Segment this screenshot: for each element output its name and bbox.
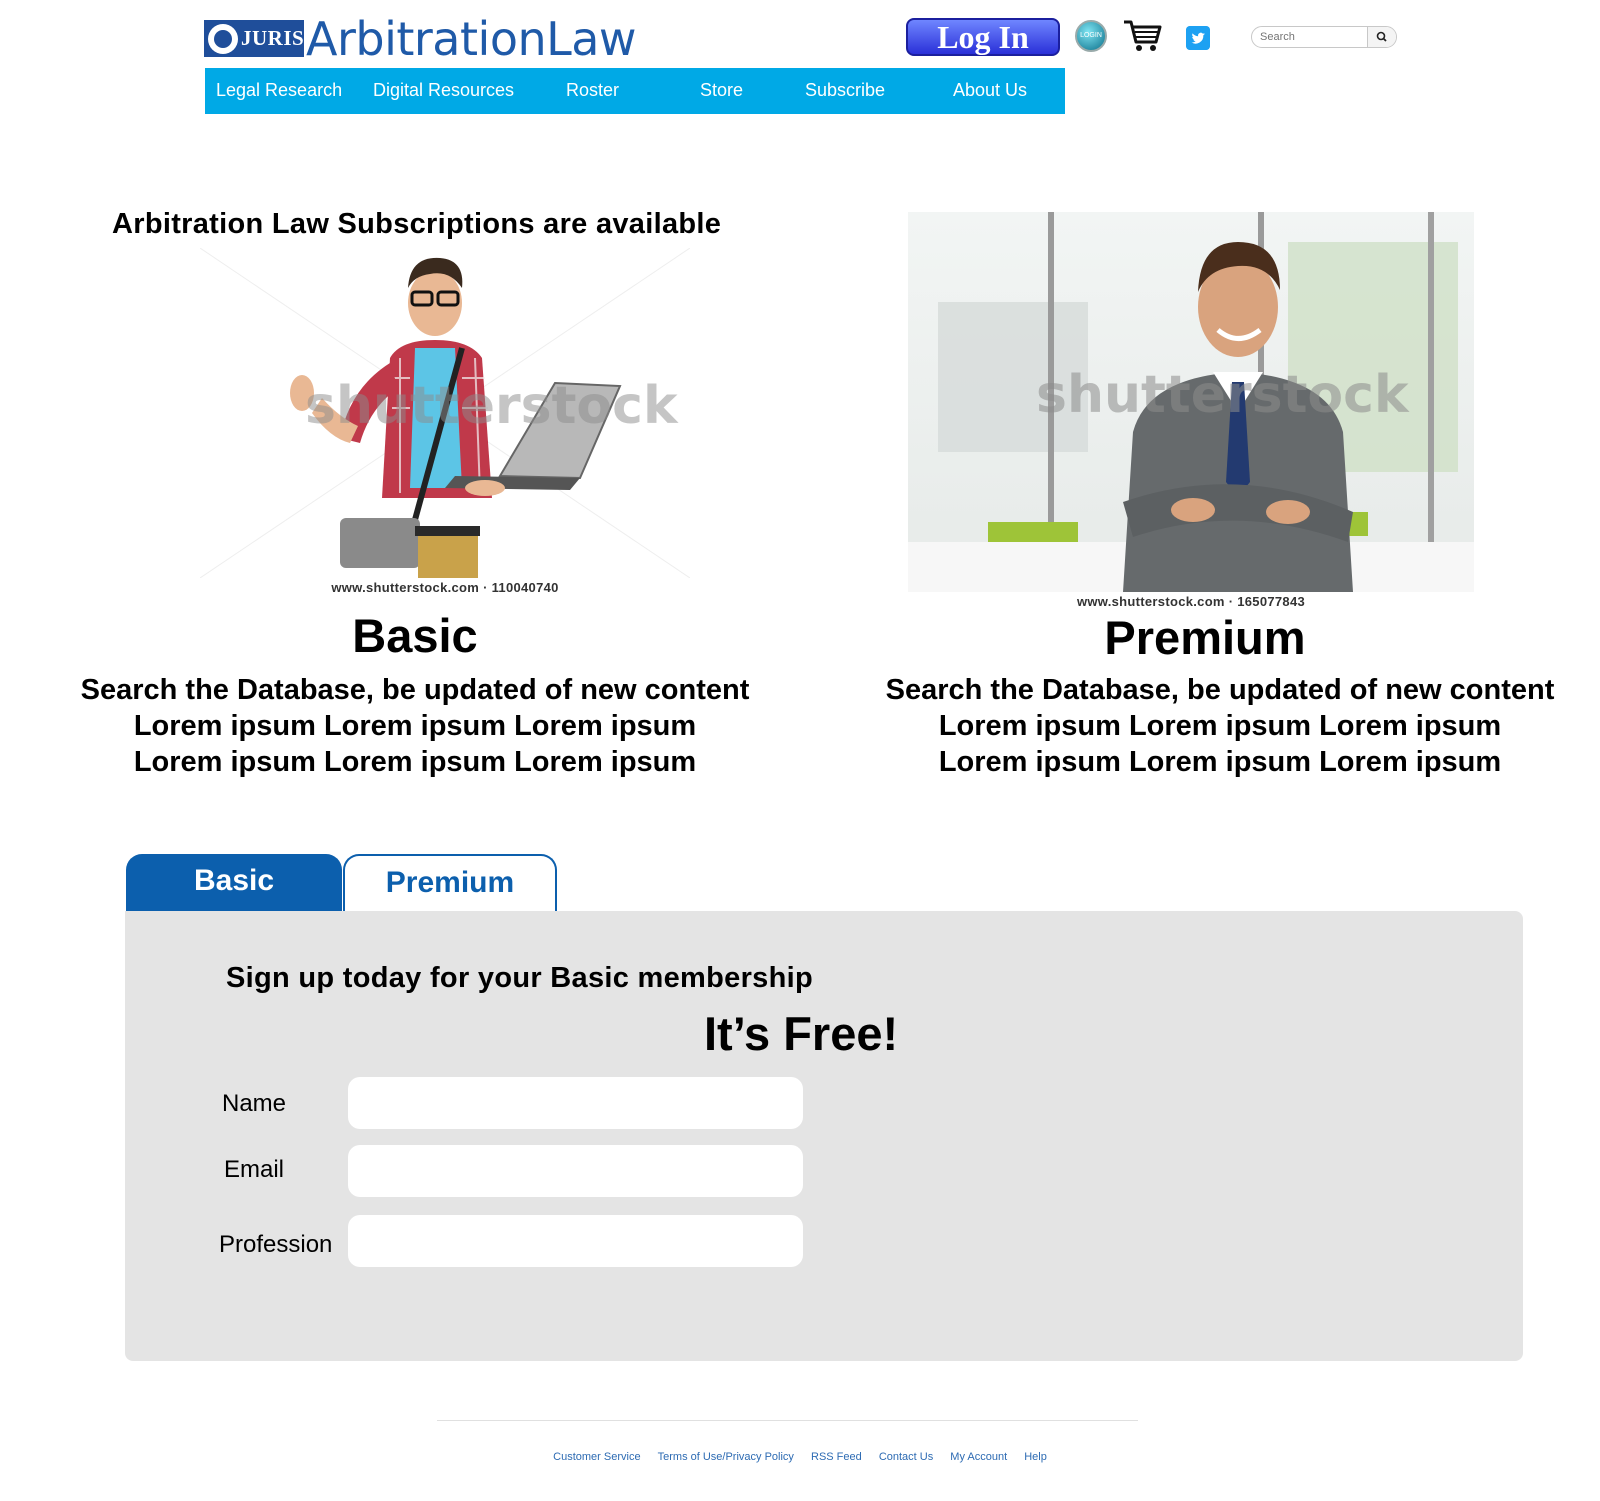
plan-feature-line: Lorem ipsum Lorem ipsum Lorem ipsum	[938, 710, 1502, 742]
globe-icon	[208, 23, 238, 54]
footer-links: Customer Service Terms of Use/Privacy Po…	[0, 1451, 1600, 1463]
plan-feature-line: Lorem ipsum Lorem ipsum Lorem ipsum	[133, 710, 697, 742]
promo-title: Arbitration Law Subscriptions are availa…	[112, 208, 722, 240]
signup-subheading: It’s Free!	[704, 1007, 899, 1060]
premium-plan-name: Premium	[1104, 611, 1306, 664]
businessman-illustration: shutterstock	[908, 212, 1474, 592]
plan-feature-line: Lorem ipsum Lorem ipsum Lorem ipsum	[938, 746, 1502, 778]
shopping-cart-icon[interactable]	[1122, 18, 1164, 54]
premium-plan-image: shutterstock	[908, 212, 1474, 592]
profession-label: Profession	[219, 1231, 333, 1258]
plan-feature-line: Lorem ipsum Lorem ipsum Lorem ipsum	[133, 746, 697, 778]
nav-item-digital-resources[interactable]: Digital Resources	[373, 68, 514, 114]
name-label: Name	[222, 1090, 287, 1117]
nav-item-legal-research[interactable]: Legal Research	[216, 68, 342, 114]
footer-link-customer-service[interactable]: Customer Service	[553, 1451, 640, 1463]
photo-watermark: shutterstock	[1036, 365, 1410, 425]
profession-field[interactable]	[348, 1215, 803, 1267]
tab-premium[interactable]: Premium	[343, 854, 557, 912]
nav-item-roster[interactable]: Roster	[566, 68, 619, 114]
basic-plan-description: Search the Database, be updated of new c…	[40, 672, 790, 780]
footer-link-rss-feed[interactable]: RSS Feed	[811, 1451, 862, 1463]
premium-plan-description: Search the Database, be updated of new c…	[845, 672, 1595, 780]
signup-heading: Sign up today for your Basic membership	[226, 962, 813, 994]
search-button[interactable]	[1367, 27, 1396, 47]
nav-item-about-us[interactable]: About Us	[953, 68, 1027, 114]
basic-image-credit: www.shutterstock.com · 110040740	[331, 580, 559, 595]
plan-feature-line: Search the Database, be updated of new c…	[80, 674, 750, 706]
premium-image-credit: www.shutterstock.com · 165077843	[1076, 594, 1306, 609]
nav-item-store[interactable]: Store	[700, 68, 743, 114]
login-button[interactable]: Log In	[906, 18, 1060, 56]
footer-link-contact-us[interactable]: Contact Us	[879, 1451, 933, 1463]
plan-feature-line: Search the Database, be updated of new c…	[885, 674, 1555, 706]
name-field[interactable]	[348, 1077, 803, 1129]
footer-link-help[interactable]: Help	[1024, 1451, 1047, 1463]
nav-item-subscribe[interactable]: Subscribe	[805, 68, 885, 114]
site-name[interactable]: ArbitrationLaw	[306, 13, 637, 65]
student-with-laptop-illustration: shutterstock	[200, 248, 690, 578]
footer-divider	[437, 1420, 1138, 1421]
logo-text: JURIS	[241, 26, 305, 50]
tab-basic[interactable]: Basic	[126, 854, 342, 912]
main-nav: Legal Research Digital Resources Roster …	[205, 68, 1065, 114]
search-icon	[1376, 31, 1387, 42]
search-input[interactable]	[1260, 29, 1372, 45]
email-field[interactable]	[348, 1145, 803, 1197]
basic-plan-image: shutterstock	[200, 248, 690, 578]
login-icon[interactable]: LOGIN	[1075, 20, 1107, 52]
footer-link-my-account[interactable]: My Account	[950, 1451, 1007, 1463]
twitter-icon[interactable]	[1186, 26, 1210, 50]
basic-plan-name: Basic	[352, 609, 478, 662]
photo-watermark: shutterstock	[305, 376, 679, 436]
footer-link-terms[interactable]: Terms of Use/Privacy Policy	[658, 1451, 794, 1463]
email-label: Email	[224, 1156, 285, 1183]
juris-logo[interactable]: JURIS	[204, 20, 304, 57]
search-box	[1251, 26, 1397, 48]
